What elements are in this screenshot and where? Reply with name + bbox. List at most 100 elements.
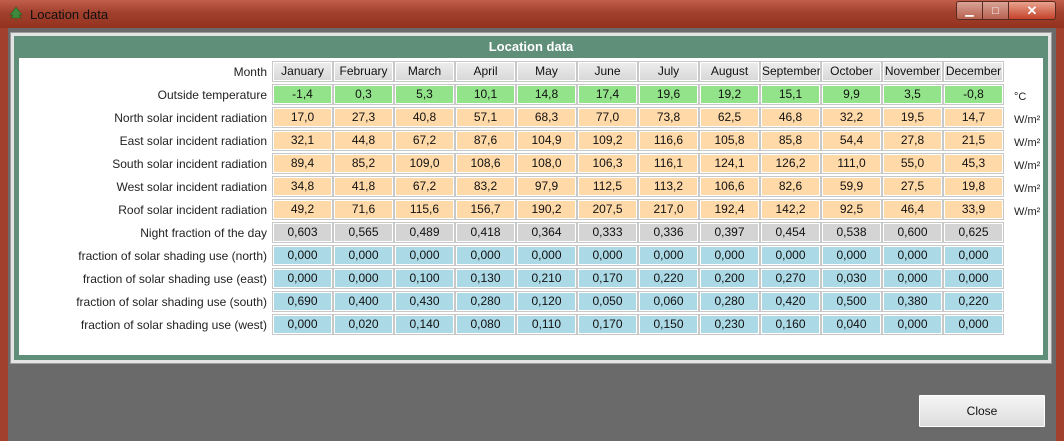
value-cell[interactable]: 10,1 <box>455 84 516 105</box>
value-cell[interactable]: 83,2 <box>455 176 516 197</box>
value-cell[interactable]: 33,9 <box>943 199 1004 220</box>
value-cell[interactable]: 59,9 <box>821 176 882 197</box>
value-cell[interactable]: 46,4 <box>882 199 943 220</box>
value-cell[interactable]: 17,4 <box>577 84 638 105</box>
value-cell[interactable]: 15,1 <box>760 84 821 105</box>
value-cell[interactable]: 0,420 <box>760 291 821 312</box>
value-cell[interactable]: 0,625 <box>943 222 1004 243</box>
value-cell[interactable]: 0,000 <box>333 268 394 289</box>
value-cell[interactable]: 0,000 <box>760 245 821 266</box>
value-cell[interactable]: 0,397 <box>699 222 760 243</box>
value-cell[interactable]: 9,9 <box>821 84 882 105</box>
value-cell[interactable]: 0,000 <box>577 245 638 266</box>
value-cell[interactable]: 0,000 <box>943 314 1004 335</box>
value-cell[interactable]: 0,170 <box>577 314 638 335</box>
value-cell[interactable]: 0,000 <box>943 268 1004 289</box>
value-cell[interactable]: 82,6 <box>760 176 821 197</box>
value-cell[interactable]: 112,5 <box>577 176 638 197</box>
value-cell[interactable]: 124,1 <box>699 153 760 174</box>
value-cell[interactable]: 85,2 <box>333 153 394 174</box>
value-cell[interactable]: 77,0 <box>577 107 638 128</box>
value-cell[interactable]: 68,3 <box>516 107 577 128</box>
value-cell[interactable]: 87,6 <box>455 130 516 151</box>
value-cell[interactable]: 67,2 <box>394 176 455 197</box>
value-cell[interactable]: 217,0 <box>638 199 699 220</box>
minimize-button[interactable]: ▁ <box>956 1 983 20</box>
value-cell[interactable]: 115,6 <box>394 199 455 220</box>
value-cell[interactable]: 0,538 <box>821 222 882 243</box>
value-cell[interactable]: 14,7 <box>943 107 1004 128</box>
value-cell[interactable]: 156,7 <box>455 199 516 220</box>
value-cell[interactable]: 17,0 <box>272 107 333 128</box>
value-cell[interactable]: 49,2 <box>272 199 333 220</box>
value-cell[interactable]: 0,270 <box>760 268 821 289</box>
value-cell[interactable]: 190,2 <box>516 199 577 220</box>
value-cell[interactable]: 0,603 <box>272 222 333 243</box>
value-cell[interactable]: 71,6 <box>333 199 394 220</box>
value-cell[interactable]: 0,000 <box>882 268 943 289</box>
value-cell[interactable]: 108,6 <box>455 153 516 174</box>
value-cell[interactable]: 0,140 <box>394 314 455 335</box>
value-cell[interactable]: 67,2 <box>394 130 455 151</box>
value-cell[interactable]: 0,000 <box>394 245 455 266</box>
value-cell[interactable]: 0,230 <box>699 314 760 335</box>
value-cell[interactable]: 105,8 <box>699 130 760 151</box>
value-cell[interactable]: 44,8 <box>333 130 394 151</box>
value-cell[interactable]: 21,5 <box>943 130 1004 151</box>
value-cell[interactable]: 0,150 <box>638 314 699 335</box>
value-cell[interactable]: 92,5 <box>821 199 882 220</box>
value-cell[interactable]: 3,5 <box>882 84 943 105</box>
value-cell[interactable]: 0,600 <box>882 222 943 243</box>
value-cell[interactable]: 32,1 <box>272 130 333 151</box>
value-cell[interactable]: 0,210 <box>516 268 577 289</box>
value-cell[interactable]: 0,170 <box>577 268 638 289</box>
value-cell[interactable]: 0,110 <box>516 314 577 335</box>
value-cell[interactable]: 0,3 <box>333 84 394 105</box>
value-cell[interactable]: 126,2 <box>760 153 821 174</box>
value-cell[interactable]: 0,500 <box>821 291 882 312</box>
value-cell[interactable]: 41,8 <box>333 176 394 197</box>
value-cell[interactable]: 0,160 <box>760 314 821 335</box>
value-cell[interactable]: 116,6 <box>638 130 699 151</box>
value-cell[interactable]: 0,430 <box>394 291 455 312</box>
value-cell[interactable]: 0,000 <box>699 245 760 266</box>
value-cell[interactable]: 142,2 <box>760 199 821 220</box>
value-cell[interactable]: 0,060 <box>638 291 699 312</box>
value-cell[interactable]: 0,040 <box>821 314 882 335</box>
value-cell[interactable]: 109,2 <box>577 130 638 151</box>
value-cell[interactable]: 0,565 <box>333 222 394 243</box>
value-cell[interactable]: 113,2 <box>638 176 699 197</box>
value-cell[interactable]: 89,4 <box>272 153 333 174</box>
value-cell[interactable]: 0,000 <box>638 245 699 266</box>
value-cell[interactable]: 106,3 <box>577 153 638 174</box>
value-cell[interactable]: 0,000 <box>272 245 333 266</box>
value-cell[interactable]: 106,6 <box>699 176 760 197</box>
value-cell[interactable]: 0,418 <box>455 222 516 243</box>
value-cell[interactable]: 108,0 <box>516 153 577 174</box>
value-cell[interactable]: 0,100 <box>394 268 455 289</box>
window-titlebar[interactable]: Location data ▁ □ ✕ <box>0 0 1064 28</box>
value-cell[interactable]: 19,2 <box>699 84 760 105</box>
value-cell[interactable]: 14,8 <box>516 84 577 105</box>
value-cell[interactable]: 0,000 <box>455 245 516 266</box>
close-window-button[interactable]: ✕ <box>1008 1 1056 20</box>
value-cell[interactable]: 27,8 <box>882 130 943 151</box>
value-cell[interactable]: 19,5 <box>882 107 943 128</box>
value-cell[interactable]: 54,4 <box>821 130 882 151</box>
value-cell[interactable]: 0,336 <box>638 222 699 243</box>
value-cell[interactable]: 0,030 <box>821 268 882 289</box>
value-cell[interactable]: 40,8 <box>394 107 455 128</box>
value-cell[interactable]: 0,364 <box>516 222 577 243</box>
value-cell[interactable]: 0,020 <box>333 314 394 335</box>
value-cell[interactable]: 0,489 <box>394 222 455 243</box>
value-cell[interactable]: 0,000 <box>272 268 333 289</box>
value-cell[interactable]: 19,8 <box>943 176 1004 197</box>
value-cell[interactable]: 73,8 <box>638 107 699 128</box>
value-cell[interactable]: 27,3 <box>333 107 394 128</box>
value-cell[interactable]: 111,0 <box>821 153 882 174</box>
value-cell[interactable]: -0,8 <box>943 84 1004 105</box>
value-cell[interactable]: 0,400 <box>333 291 394 312</box>
value-cell[interactable]: 0,333 <box>577 222 638 243</box>
value-cell[interactable]: 0,200 <box>699 268 760 289</box>
value-cell[interactable]: 34,8 <box>272 176 333 197</box>
